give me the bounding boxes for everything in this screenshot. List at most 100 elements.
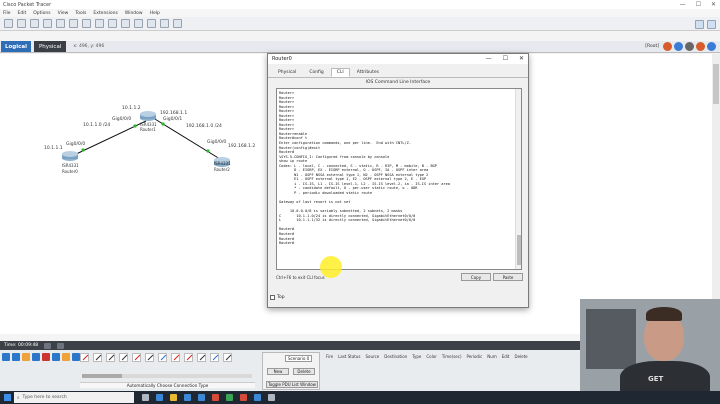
iot-custom-cable-icon[interactable]	[210, 353, 219, 362]
scrollbar-thumb[interactable]	[713, 64, 719, 104]
tab-config[interactable]: Config	[303, 68, 329, 77]
hubs-category-icon[interactable]	[22, 353, 30, 361]
menu-tools[interactable]: Tools	[75, 11, 86, 16]
app-icon-2[interactable]	[268, 394, 275, 401]
coaxial-cable-icon[interactable]	[158, 353, 167, 362]
dialog-minimize-icon[interactable]: —	[486, 55, 492, 62]
router-config-dialog: Router0 — ☐ ✕ Physical Config CLI Attrib…	[267, 53, 529, 308]
menu-view[interactable]: View	[58, 11, 69, 16]
router1-icon[interactable]	[140, 111, 156, 121]
maximize-icon[interactable]: ☐	[696, 1, 701, 8]
power-cycle-icon[interactable]	[44, 342, 52, 349]
office-icon[interactable]	[212, 394, 219, 401]
device-list-scrollbar[interactable]	[82, 374, 252, 378]
undo-icon[interactable]	[95, 19, 104, 28]
serial-dte-cable-icon[interactable]	[184, 353, 193, 362]
zoom-out-icon[interactable]	[147, 19, 156, 28]
cli-scrollbar[interactable]	[515, 89, 521, 269]
end-devices-category-icon[interactable]	[62, 353, 70, 361]
security-category-icon[interactable]	[42, 353, 50, 361]
custom-devices-icon[interactable]	[173, 19, 182, 28]
routers-category-icon[interactable]	[2, 353, 10, 361]
task-view-icon[interactable]	[142, 394, 149, 401]
top-checkbox[interactable]: Top	[270, 295, 285, 300]
fiber-cable-icon[interactable]	[132, 353, 141, 362]
tab-physical[interactable]: Physical	[272, 68, 302, 77]
switches-category-icon[interactable]	[12, 353, 20, 361]
mail-icon[interactable]	[198, 394, 205, 401]
menu-edit[interactable]: Edit	[18, 11, 27, 16]
logical-tab[interactable]: Logical	[1, 41, 31, 52]
straight-through-cable-icon[interactable]	[106, 353, 115, 362]
menu-help[interactable]: Help	[150, 11, 160, 16]
menu-extensions[interactable]: Extensions	[93, 11, 117, 16]
minimize-icon[interactable]: —	[680, 1, 686, 8]
auto-connection-icon[interactable]	[80, 353, 89, 362]
zoom-reset-icon[interactable]	[134, 19, 143, 28]
usb-cable-icon[interactable]	[223, 353, 232, 362]
chrome-icon[interactable]	[240, 394, 247, 401]
save-icon[interactable]	[30, 19, 39, 28]
network-info-icon[interactable]	[695, 20, 704, 29]
set-tiled-background-icon[interactable]	[685, 42, 694, 51]
top-checkbox-label: Top	[277, 295, 285, 300]
packet-tracer-taskbar-icon[interactable]	[226, 394, 233, 401]
wireless-category-icon[interactable]	[32, 353, 40, 361]
paste-button[interactable]: Paste	[493, 273, 523, 281]
menu-file[interactable]: File	[3, 11, 11, 16]
menu-window[interactable]: Window	[125, 11, 143, 16]
cli-terminal[interactable]: Router> Router> Router> Router> Router> …	[276, 88, 522, 270]
router0-icon[interactable]	[62, 151, 78, 161]
print-icon[interactable]	[43, 19, 52, 28]
open-file-icon[interactable]	[17, 19, 26, 28]
move-object-icon[interactable]	[674, 42, 683, 51]
console-cable-icon[interactable]	[93, 353, 102, 362]
delete-scenario-button[interactable]: Delete	[293, 368, 315, 375]
redo-icon[interactable]	[108, 19, 117, 28]
environment-icon[interactable]	[707, 42, 716, 51]
copy-icon[interactable]	[69, 19, 78, 28]
crossover-cable-icon[interactable]	[119, 353, 128, 362]
start-button[interactable]	[0, 391, 14, 404]
components-category-icon[interactable]	[72, 353, 80, 361]
toggle-pdu-list-button[interactable]: Toggle PDU List Window	[266, 381, 318, 388]
dialog-close-icon[interactable]: ✕	[519, 55, 524, 62]
wan-emulation-category-icon[interactable]	[52, 353, 60, 361]
dialog-maximize-icon[interactable]: ☐	[503, 55, 508, 62]
dialog-titlebar[interactable]: Router0 — ☐ ✕	[268, 54, 528, 64]
root-label[interactable]: [Root]	[645, 44, 659, 49]
serial-dce-cable-icon[interactable]	[171, 353, 180, 362]
help-icon[interactable]	[707, 20, 716, 29]
new-scenario-button[interactable]: New	[267, 368, 289, 375]
app-icon[interactable]	[254, 394, 261, 401]
copy-button[interactable]: Copy	[461, 273, 491, 281]
windows-logo-icon	[3, 394, 11, 401]
taskbar-search[interactable]: ⌕ Type here to search	[14, 392, 134, 403]
tab-cli[interactable]: CLI	[330, 68, 350, 77]
drawing-palette-icon[interactable]	[160, 19, 169, 28]
octal-cable-icon[interactable]	[197, 353, 206, 362]
new-file-icon[interactable]	[4, 19, 13, 28]
device-list-scroll-thumb[interactable]	[82, 374, 122, 378]
phone-cable-icon[interactable]	[145, 353, 154, 362]
cli-output[interactable]: Router> Router> Router> Router> Router> …	[277, 89, 521, 246]
fast-forward-icon[interactable]	[57, 342, 65, 349]
close-icon[interactable]: ✕	[711, 1, 716, 8]
menu-options[interactable]: Options	[33, 11, 50, 16]
cli-scrollbar-thumb[interactable]	[517, 235, 521, 265]
zoom-in-icon[interactable]	[121, 19, 130, 28]
new-cluster-icon[interactable]	[663, 42, 672, 51]
cursor-highlight	[320, 256, 342, 278]
edge-icon[interactable]	[156, 394, 163, 401]
tab-attributes[interactable]: Attributes	[351, 68, 385, 77]
canvas-vertical-scrollbar[interactable]	[712, 54, 720, 334]
paste-icon[interactable]	[82, 19, 91, 28]
viewport-icon[interactable]	[696, 42, 705, 51]
physical-tab[interactable]: Physical	[33, 41, 67, 52]
router0-ip-label: 10.1.1.1	[44, 146, 63, 151]
scenario-select[interactable]: Scenario 0	[285, 355, 313, 362]
top-checkbox-box[interactable]	[270, 295, 275, 300]
file-explorer-icon[interactable]	[170, 394, 177, 401]
store-icon[interactable]	[184, 394, 191, 401]
activity-wizard-icon[interactable]	[56, 19, 65, 28]
